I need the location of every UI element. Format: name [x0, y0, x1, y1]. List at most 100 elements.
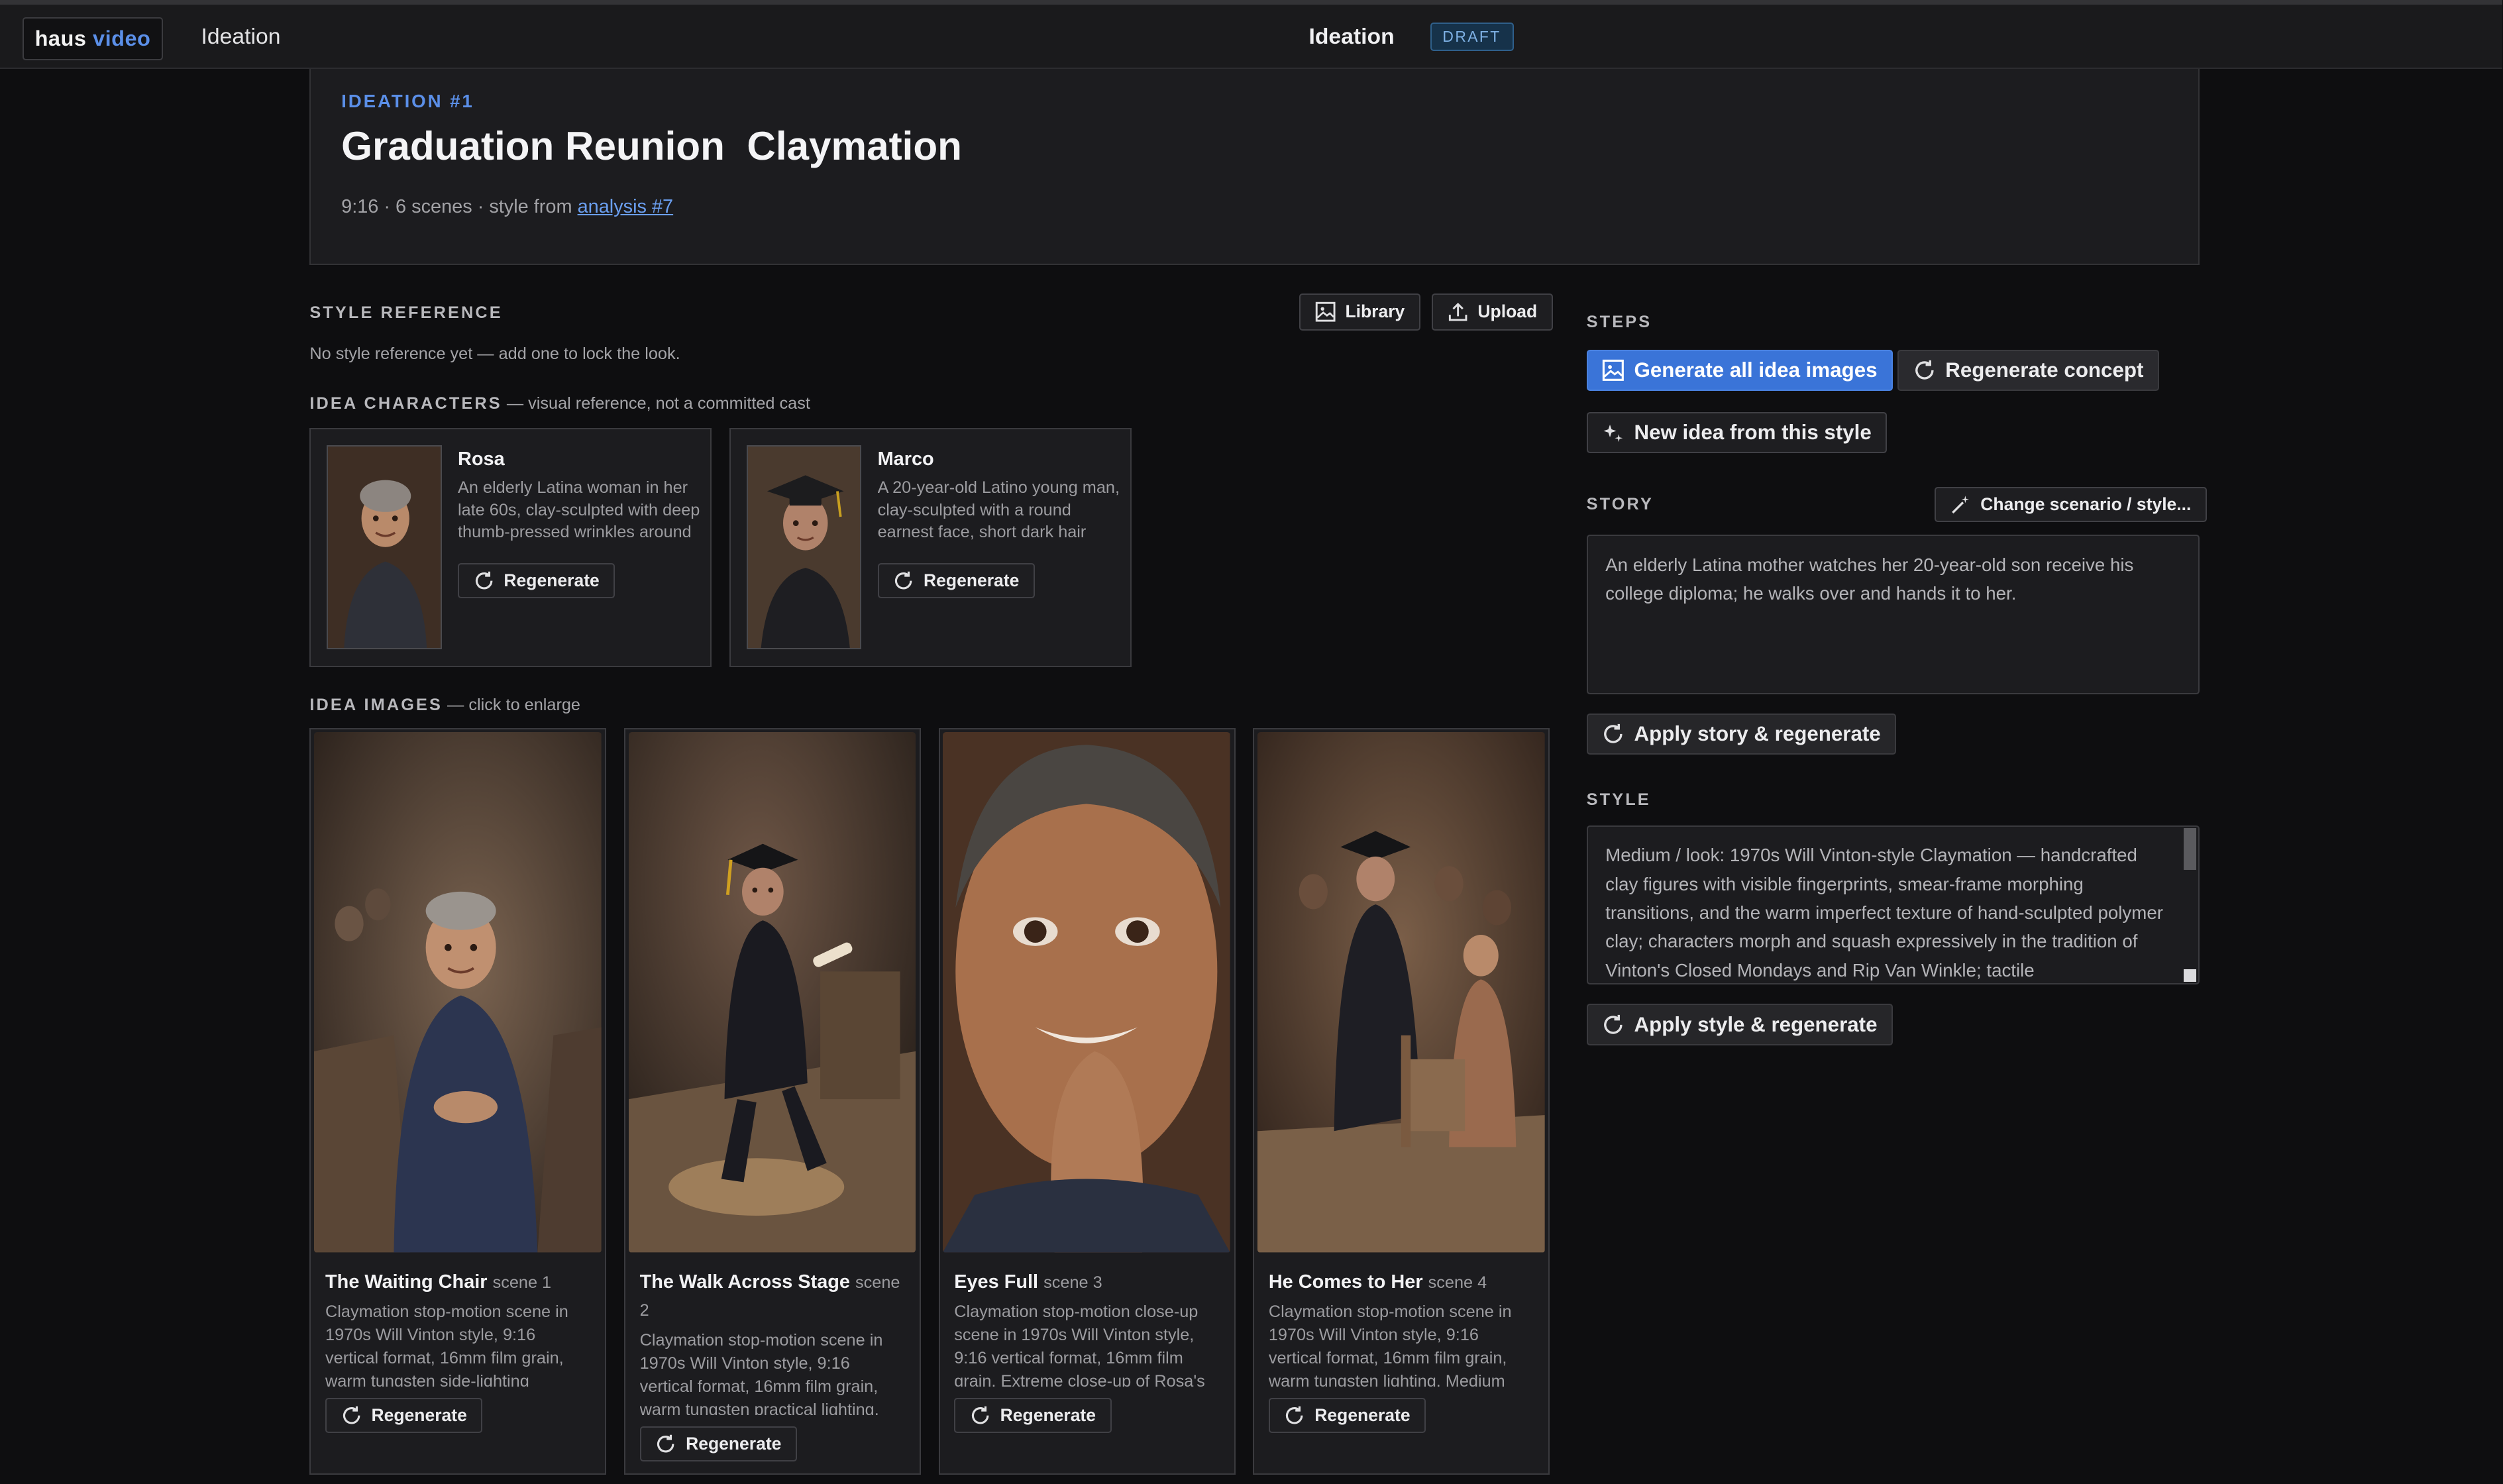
idea-images-label: IDEA IMAGES — click to enlarge: [309, 696, 580, 715]
upload-button[interactable]: Upload: [1431, 293, 1553, 331]
page-title: Graduation Reunion Claymation: [341, 123, 962, 169]
status-badge: DRAFT: [1430, 22, 1514, 51]
ideation-meta: 9:16 · 6 scenes · style from analysis #7: [341, 196, 673, 218]
scene-title: Eyes Full: [954, 1271, 1039, 1293]
refresh-icon: [475, 571, 493, 590]
character-image-marco[interactable]: [747, 445, 862, 650]
steps-label: STEPS: [1586, 313, 1652, 332]
idea-image-card-1: The Waiting Chair scene 1 Claymation sto…: [309, 727, 607, 1475]
brand-logo[interactable]: haus video: [22, 17, 164, 61]
image-icon: [1315, 302, 1336, 322]
generate-all-images-button[interactable]: Generate all idea images: [1586, 349, 1893, 392]
refresh-icon: [1286, 1406, 1303, 1424]
upload-button-label: Upload: [1477, 301, 1538, 322]
idea-image-1[interactable]: [314, 732, 602, 1253]
top-bar: haus video Ideation Ideation DRAFT: [0, 0, 2503, 69]
regenerate-label: Regenerate: [924, 570, 1020, 590]
character-name: Rosa: [457, 448, 505, 470]
idea-characters-sublabel: — visual reference, not a committed cast: [502, 394, 810, 413]
apply-style-button[interactable]: Apply style & regenerate: [1586, 1004, 1893, 1045]
character-image-rosa[interactable]: [327, 445, 442, 650]
scene-number: scene 4: [1428, 1273, 1487, 1292]
brand-accent: video: [93, 26, 151, 51]
apply-story-button[interactable]: Apply story & regenerate: [1586, 713, 1897, 755]
idea-image-description: Claymation stop-motion scene in 1970s Wi…: [325, 1302, 568, 1387]
scene-number: scene 3: [1043, 1273, 1102, 1292]
idea-image-description: Claymation stop-motion scene in 1970s Wi…: [639, 1331, 883, 1416]
generate-all-label: Generate all idea images: [1634, 358, 1878, 382]
regenerate-label: Regenerate: [686, 1434, 782, 1454]
resize-handle[interactable]: [2184, 969, 2197, 982]
character-description: A 20-year-old Latino young man, clay-scu…: [877, 478, 1120, 547]
meta-text: 9:16 · 6 scenes · style from: [341, 196, 578, 218]
idea-image-title: He Comes to Her scene 4: [1269, 1269, 1540, 1297]
idea-images-title: IDEA IMAGES: [309, 696, 443, 715]
story-textarea[interactable]: An elderly Latina mother watches her 20-…: [1586, 535, 2200, 694]
idea-images-sublabel: — click to enlarge: [443, 696, 580, 715]
new-idea-label: New idea from this style: [1634, 420, 1872, 444]
style-reference-label: STYLE REFERENCE: [309, 303, 503, 322]
regenerate-label: Regenerate: [504, 570, 600, 590]
image-icon: [1603, 359, 1624, 381]
regenerate-label: Regenerate: [1000, 1404, 1096, 1425]
apply-story-label: Apply story & regenerate: [1634, 722, 1881, 746]
regenerate-label: Regenerate: [1314, 1404, 1411, 1425]
refresh-icon: [895, 571, 912, 590]
page-heading: Ideation: [1308, 23, 1395, 49]
refresh-icon: [971, 1406, 989, 1424]
regenerate-concept-button[interactable]: Regenerate concept: [1897, 349, 2160, 392]
regenerate-image-button[interactable]: Regenerate: [639, 1426, 798, 1462]
character-card-rosa: Rosa An elderly Latina woman in her late…: [309, 427, 712, 667]
upload-icon: [1448, 303, 1467, 321]
idea-image-description: Claymation stop-motion close-up scene in…: [954, 1302, 1205, 1387]
style-textarea[interactable]: Medium / look: 1970s Will Vinton-style C…: [1586, 825, 2200, 985]
regenerate-image-button[interactable]: Regenerate: [325, 1397, 483, 1433]
apply-style-label: Apply style & regenerate: [1634, 1012, 1878, 1036]
idea-image-title: Eyes Full scene 3: [954, 1269, 1226, 1297]
new-idea-button[interactable]: New idea from this style: [1586, 411, 1888, 454]
idea-image-3[interactable]: [943, 732, 1230, 1253]
brand-name: haus: [34, 26, 87, 51]
style-label: STYLE: [1586, 790, 1651, 809]
regenerate-image-button[interactable]: Regenerate: [1268, 1397, 1426, 1433]
refresh-icon: [657, 1434, 674, 1453]
story-label: STORY: [1586, 494, 1654, 513]
regenerate-character-button[interactable]: Regenerate: [877, 562, 1036, 598]
nav-ideation-link[interactable]: Ideation: [201, 24, 281, 50]
scene-title: The Walk Across Stage: [639, 1271, 850, 1293]
style-scrollbar[interactable]: [2184, 827, 2197, 870]
character-description: An elderly Latina woman in her late 60s,…: [457, 478, 700, 547]
idea-image-title: The Walk Across Stage scene 2: [640, 1269, 912, 1324]
refresh-icon: [343, 1406, 360, 1424]
idea-image-description: Claymation stop-motion scene in 1970s Wi…: [1268, 1302, 1512, 1387]
regenerate-label: Regenerate: [371, 1404, 467, 1425]
scene-title: He Comes to Her: [1268, 1271, 1423, 1293]
scene-number: scene 1: [492, 1273, 552, 1292]
scene-title: The Waiting Chair: [325, 1271, 488, 1293]
analysis-link[interactable]: analysis #7: [578, 196, 674, 217]
refresh-icon: [1604, 1014, 1623, 1034]
idea-image-4[interactable]: [1257, 732, 1545, 1253]
idea-image-2[interactable]: [628, 732, 916, 1253]
idea-characters-label: IDEA CHARACTERS — visual reference, not …: [309, 394, 810, 413]
app-root: haus video Ideation Ideation DRAFT IDEAT…: [0, 0, 2503, 1484]
style-text: Medium / look: 1970s Will Vinton-style C…: [1605, 845, 2163, 980]
magic-wand-icon: [1951, 495, 1969, 513]
library-button[interactable]: Library: [1299, 293, 1420, 331]
regenerate-character-button[interactable]: Regenerate: [457, 562, 615, 598]
character-card-marco: Marco A 20-year-old Latino young man, cl…: [729, 427, 1132, 667]
change-scenario-label: Change scenario / style...: [1980, 494, 2192, 514]
library-button-label: Library: [1345, 301, 1405, 322]
character-name: Marco: [877, 448, 934, 470]
style-reference-empty: No style reference yet — add one to lock…: [309, 344, 680, 364]
refresh-icon: [1915, 360, 1934, 380]
change-scenario-button[interactable]: Change scenario / style...: [1934, 486, 2208, 522]
idea-image-card-2: The Walk Across Stage scene 2 Claymation…: [623, 727, 922, 1475]
ideation-number: IDEATION #1: [341, 91, 474, 112]
idea-image-title: The Waiting Chair scene 1: [325, 1269, 597, 1297]
idea-image-card-3: Eyes Full scene 3 Claymation stop-motion…: [938, 727, 1236, 1475]
regenerate-image-button[interactable]: Regenerate: [954, 1397, 1112, 1433]
sparkle-icon: [1603, 424, 1623, 443]
ideation-header: IDEATION #1 Graduation Reunion Claymatio…: [309, 68, 2200, 265]
idea-characters-title: IDEA CHARACTERS: [309, 394, 502, 413]
